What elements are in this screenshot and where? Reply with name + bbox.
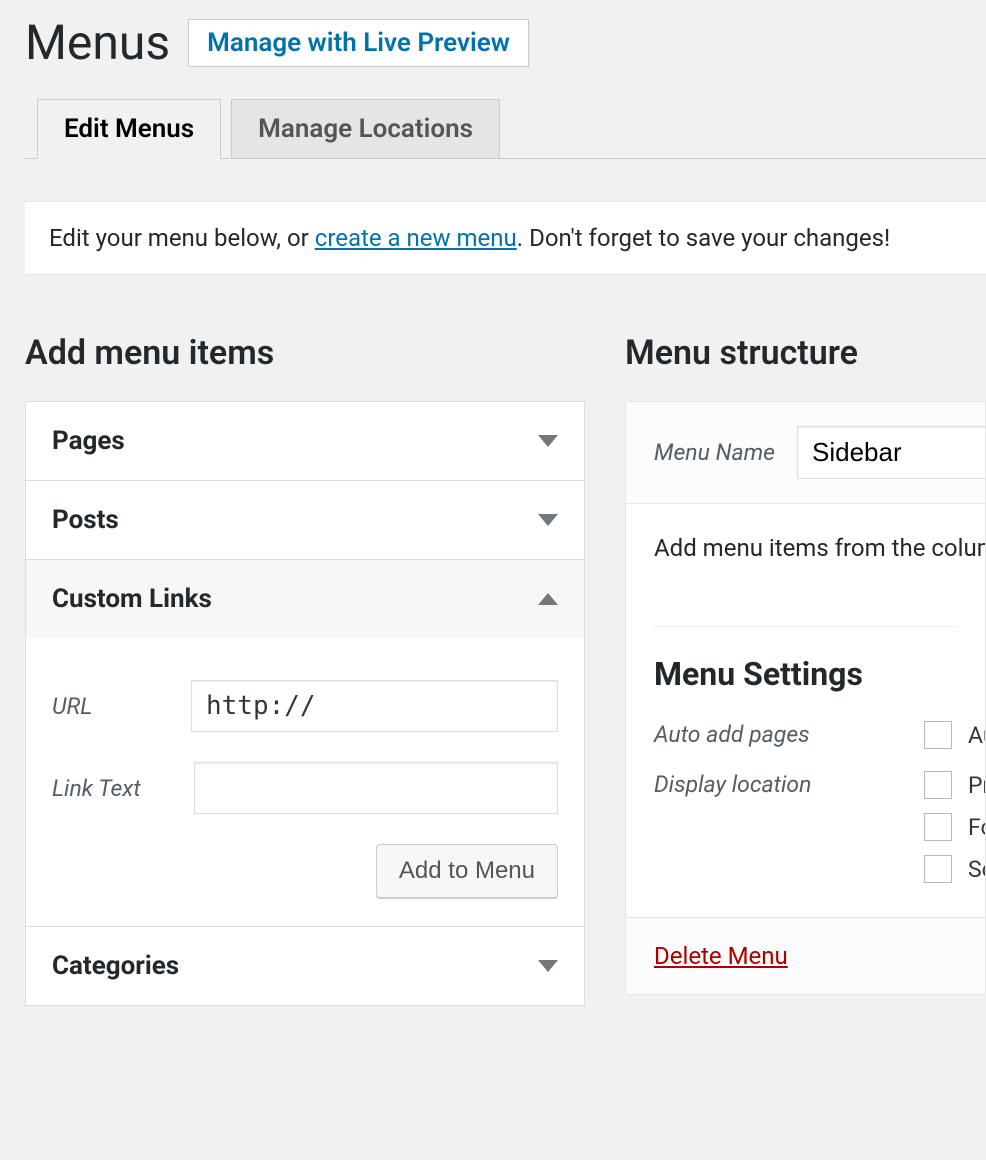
display-location-label: Display location [654,771,884,798]
add-menu-accordion: Pages Posts Custom Links [25,401,585,1006]
location-checkbox-0[interactable] [924,771,952,799]
auto-add-option-label: Automatically add new top-level pages to… [968,722,985,749]
chevron-down-icon [538,514,558,526]
location-option-0: Primary Menu [968,772,985,799]
accordion-categories-label: Categories [52,951,179,981]
location-checkbox-2[interactable] [924,855,952,883]
manage-live-preview-button[interactable]: Manage with Live Preview [188,19,529,67]
auto-add-checkbox[interactable] [924,721,952,749]
link-text-label: Link Text [52,775,194,802]
menu-structure-heading: Menu structure [625,333,986,373]
accordion-posts-label: Posts [52,505,119,535]
menu-instructions: Edit your menu below, or create a new me… [25,201,986,275]
custom-links-panel: URL Link Text Add to Menu [26,638,584,926]
delete-menu-link[interactable]: Delete Menu [654,942,788,970]
menu-edit-panel: Menu Name Add menu items from the column… [625,401,986,995]
instructions-prefix: Edit your menu below, or [49,224,315,252]
accordion-pages[interactable]: Pages [26,402,584,480]
add-to-menu-button[interactable]: Add to Menu [376,844,558,898]
tab-edit-menus[interactable]: Edit Menus [37,99,221,159]
accordion-custom-links-label: Custom Links [52,584,212,614]
menu-name-input[interactable] [797,426,985,479]
tab-manage-locations[interactable]: Manage Locations [231,99,500,158]
accordion-custom-links[interactable]: Custom Links [26,560,584,638]
nav-tabs: Edit Menus Manage Locations [25,99,986,159]
chevron-down-icon [538,435,558,447]
menu-settings-heading: Menu Settings [654,655,957,693]
accordion-categories[interactable]: Categories [26,927,584,1005]
menu-structure-body: Add menu items from the column on the le… [626,504,985,572]
url-label: URL [52,693,191,720]
page-title: Menus [25,14,170,71]
location-option-1: Footer Menu [968,814,985,841]
chevron-down-icon [538,960,558,972]
add-menu-items-heading: Add menu items [25,333,585,373]
accordion-pages-label: Pages [52,426,125,456]
auto-add-pages-label: Auto add pages [654,721,884,748]
create-new-menu-link[interactable]: create a new menu [315,224,517,252]
accordion-posts[interactable]: Posts [26,481,584,559]
link-text-input[interactable] [194,762,558,814]
url-input[interactable] [191,680,558,732]
location-checkbox-1[interactable] [924,813,952,841]
chevron-up-icon [538,593,558,605]
menu-name-label: Menu Name [654,439,775,466]
location-option-2: Social Links Menu [968,856,985,883]
instructions-suffix: . Don't forget to save your changes! [517,224,890,252]
